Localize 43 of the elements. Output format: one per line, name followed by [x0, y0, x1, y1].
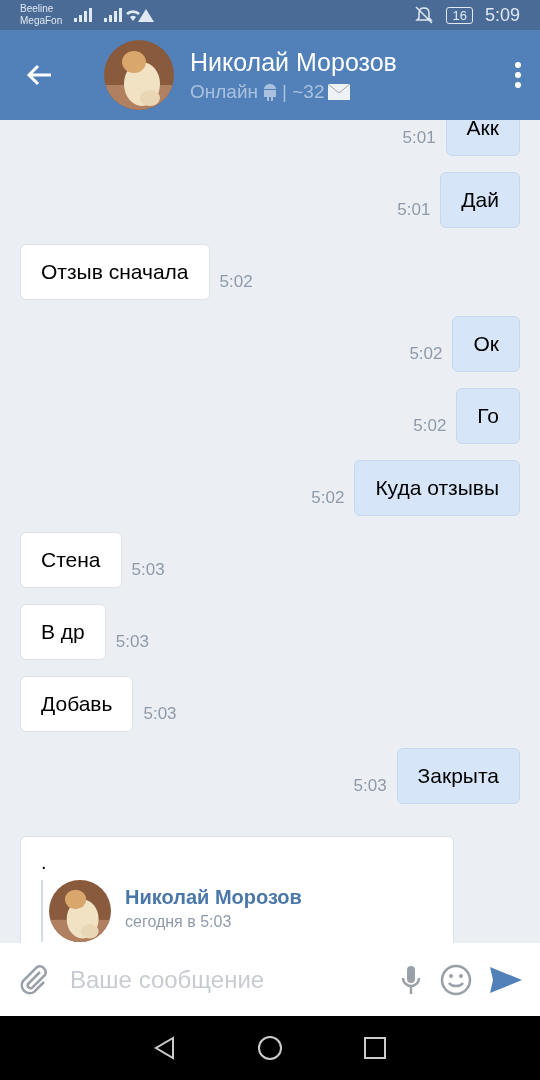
message-count: | ~32	[282, 80, 325, 103]
carrier-name: MegaFon	[20, 15, 63, 27]
microphone-icon[interactable]	[400, 964, 422, 995]
recents-icon[interactable]	[363, 1036, 387, 1060]
battery-level: 16	[446, 6, 473, 24]
message-time: 5:02	[413, 416, 447, 437]
message-bubble: Закрыта	[396, 748, 520, 804]
emoji-icon[interactable]	[440, 963, 472, 996]
message-bubble: В др	[20, 604, 106, 660]
forwarded-date: сегодня в 5:03	[125, 913, 233, 931]
message-bubble: Добавь	[20, 676, 134, 732]
message-time: 5:02	[219, 272, 253, 293]
menu-icon[interactable]	[514, 62, 522, 88]
message-time: 5:02	[409, 344, 443, 365]
android-icon	[262, 82, 279, 101]
message-bubble: Акк	[445, 120, 520, 156]
message-time: 5:01	[402, 128, 436, 149]
send-icon[interactable]	[490, 966, 522, 993]
message-bubble: Дай	[440, 172, 520, 228]
back-triangle-icon[interactable]	[153, 1036, 177, 1060]
message-time: 5:01	[397, 200, 431, 221]
message-bubble: Отзыв сначала	[20, 244, 210, 300]
message-time: 5:03	[143, 704, 177, 725]
envelope-icon	[328, 83, 351, 100]
carrier-name: Beeline	[20, 3, 55, 15]
back-icon[interactable]	[26, 64, 52, 86]
online-status: Онлайн	[190, 80, 259, 103]
message-bubble: Го	[456, 388, 520, 444]
forwarded-author[interactable]: Николай Морозов	[125, 886, 302, 909]
message-bubble: Стена	[20, 532, 122, 588]
muted-bell-icon	[414, 6, 435, 24]
message-time: 5:02	[311, 488, 345, 509]
message-time: 5:03	[353, 776, 387, 797]
clock: 5:09	[484, 4, 520, 26]
home-icon[interactable]	[257, 1035, 283, 1061]
message-time: 5:03	[115, 632, 149, 653]
signal-icon	[74, 7, 155, 23]
message-text: .	[41, 851, 48, 874]
message-bubble: Ок	[452, 316, 520, 372]
attach-icon[interactable]	[18, 963, 50, 996]
contact-name: Николай Морозов	[190, 47, 398, 77]
message-time: 5:03	[131, 560, 165, 581]
message-bubble: Куда отзывы	[354, 460, 520, 516]
